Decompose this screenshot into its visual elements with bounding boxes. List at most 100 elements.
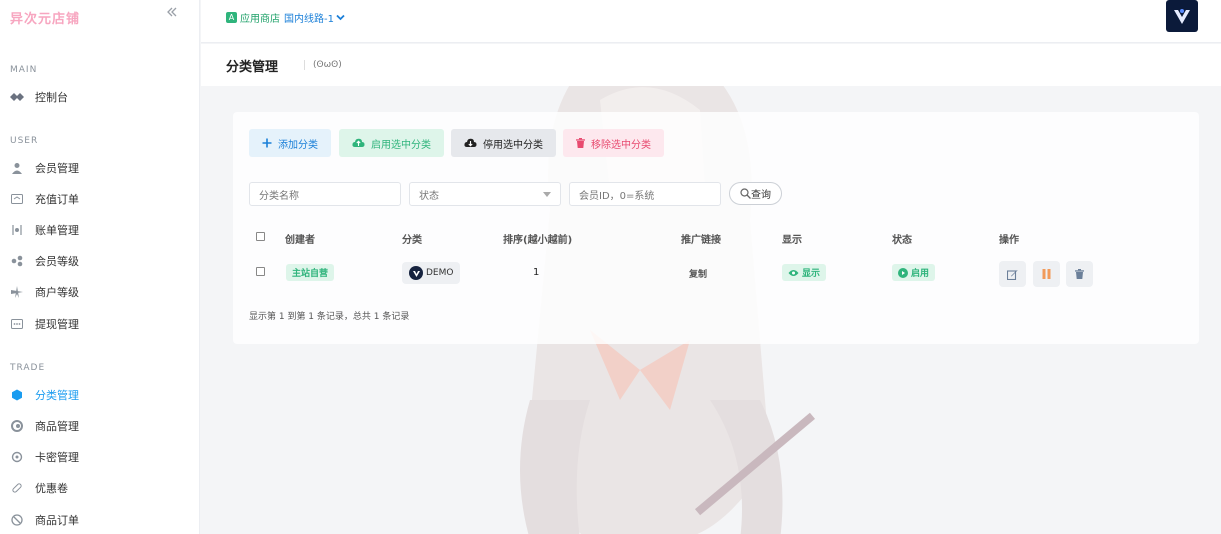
disable-selected-button[interactable]: 停用选中分类 bbox=[451, 129, 556, 157]
withdraw-icon bbox=[10, 317, 24, 331]
enable-selected-label: 启用选中分类 bbox=[371, 139, 431, 151]
page-title: 分类管理 bbox=[226, 60, 279, 75]
trash-icon bbox=[1075, 269, 1084, 279]
dashboard-icon bbox=[10, 90, 24, 104]
sidebar-item-label: 提现管理 bbox=[35, 318, 79, 331]
remove-selected-button[interactable]: 移除选中分类 bbox=[563, 129, 664, 157]
select-all-checkbox[interactable] bbox=[256, 232, 265, 241]
topbar: A 应用商店 国内线路-1 bbox=[201, 0, 1221, 43]
sidebar-item-label: 卡密管理 bbox=[35, 451, 79, 464]
sidebar-item-label: 商品管理 bbox=[35, 420, 79, 433]
sidebar-item-withdraw[interactable]: 提现管理 bbox=[10, 313, 190, 335]
member-id-input[interactable]: 会员ID，0=系统 bbox=[569, 182, 721, 206]
coupon-icon bbox=[10, 481, 24, 495]
sidebar-item-card-keys[interactable]: 卡密管理 bbox=[10, 446, 190, 468]
cloud-download-icon bbox=[464, 138, 477, 148]
avatar-logo-icon bbox=[1174, 9, 1190, 24]
copy-link-button[interactable]: 复制 bbox=[689, 267, 707, 280]
sidebar-item-label: 会员管理 bbox=[35, 162, 79, 175]
query-label: 查询 bbox=[751, 190, 771, 201]
sidebar-item-merchant-levels[interactable]: 商户等级 bbox=[10, 281, 190, 303]
column-header-display: 显示 bbox=[782, 235, 802, 246]
query-button[interactable]: 查询 bbox=[729, 182, 782, 205]
play-circle-icon bbox=[898, 267, 908, 278]
category-chip[interactable]: DEMO bbox=[402, 262, 461, 284]
status-toggle[interactable]: 启用 bbox=[892, 264, 936, 281]
sidebar-item-bills[interactable]: 账单管理 bbox=[10, 219, 190, 241]
collapse-sidebar-icon[interactable] bbox=[166, 6, 178, 22]
status-select-placeholder: 状态 bbox=[419, 190, 439, 202]
column-header-category: 分类 bbox=[402, 235, 422, 246]
display-label: 显示 bbox=[802, 269, 821, 279]
sidebar: 异次元店铺 MAIN 控制台 USER 会员管理 充值订单 账单管理 会员等级 … bbox=[0, 0, 200, 534]
column-header-creator: 创建者 bbox=[285, 235, 315, 246]
delete-button[interactable] bbox=[1066, 261, 1093, 287]
category-panel: 添加分类 启用选中分类 停用选中分类 移除选中分类 分类名称 状态 会员ID，0… bbox=[233, 112, 1199, 344]
plus-icon bbox=[262, 138, 272, 148]
page-header: 分类管理 (ʘωʘ) bbox=[201, 44, 1221, 86]
edit-icon bbox=[1007, 269, 1018, 280]
caret-down-icon bbox=[543, 191, 551, 197]
enable-selected-button[interactable]: 启用选中分类 bbox=[339, 129, 444, 157]
display-toggle[interactable]: 显示 bbox=[782, 264, 827, 281]
chevron-down-icon bbox=[336, 14, 345, 21]
section-title-user: USER bbox=[10, 136, 39, 146]
sort-value: 1 bbox=[533, 267, 540, 278]
search-icon bbox=[740, 188, 751, 199]
edit-button[interactable] bbox=[999, 261, 1026, 287]
route-label: 国内线路-1 bbox=[284, 14, 334, 25]
add-category-button[interactable]: 添加分类 bbox=[249, 129, 331, 157]
column-header-actions: 操作 bbox=[999, 235, 1019, 246]
sidebar-item-label: 会员等级 bbox=[35, 255, 79, 268]
section-title-main: MAIN bbox=[10, 65, 38, 75]
app-store-label: 应用商店 bbox=[240, 14, 280, 25]
creator-badge: 主站自营 bbox=[286, 264, 335, 281]
sidebar-item-recharge[interactable]: 充值订单 bbox=[10, 188, 190, 210]
category-logo-icon bbox=[409, 266, 423, 280]
sidebar-item-coupons[interactable]: 优惠卷 bbox=[10, 477, 190, 499]
pause-button[interactable] bbox=[1033, 261, 1060, 287]
column-header-status: 状态 bbox=[892, 235, 912, 246]
sidebar-item-label: 账单管理 bbox=[35, 224, 79, 237]
add-category-label: 添加分类 bbox=[278, 139, 318, 151]
sidebar-item-product-orders[interactable]: 商品订单 bbox=[10, 509, 190, 531]
page-subtitle: (ʘωʘ) bbox=[304, 60, 342, 70]
order-icon bbox=[10, 513, 24, 527]
trash-icon bbox=[576, 138, 585, 148]
sidebar-item-products[interactable]: 商品管理 bbox=[10, 415, 190, 437]
user-icon bbox=[10, 161, 24, 175]
sidebar-item-label: 分类管理 bbox=[35, 389, 79, 402]
recharge-icon bbox=[10, 192, 24, 206]
sidebar-item-label: 控制台 bbox=[35, 91, 68, 104]
sidebar-item-label: 商户等级 bbox=[35, 286, 79, 299]
status-select[interactable]: 状态 bbox=[409, 182, 561, 206]
card-key-icon bbox=[10, 450, 24, 464]
sidebar-item-dashboard[interactable]: 控制台 bbox=[10, 86, 190, 108]
product-icon bbox=[10, 419, 24, 433]
section-title-trade: TRADE bbox=[10, 363, 46, 373]
disable-selected-label: 停用选中分类 bbox=[483, 139, 543, 151]
column-header-sort: 排序(越小越前) bbox=[503, 235, 573, 246]
category-name: DEMO bbox=[426, 268, 454, 278]
route-selector[interactable]: 国内线路-1 bbox=[284, 10, 345, 25]
brand-logo-text: 异次元店铺 bbox=[10, 12, 81, 27]
sidebar-item-label: 充值订单 bbox=[35, 193, 79, 206]
category-icon bbox=[10, 388, 24, 402]
status-label: 启用 bbox=[911, 269, 930, 279]
column-header-promo-link: 推广链接 bbox=[681, 235, 721, 246]
app-store-icon: A bbox=[226, 12, 237, 23]
sidebar-item-categories[interactable]: 分类管理 bbox=[10, 384, 190, 406]
sidebar-item-member-levels[interactable]: 会员等级 bbox=[10, 250, 190, 272]
sidebar-item-label: 优惠卷 bbox=[35, 482, 68, 495]
row-checkbox[interactable] bbox=[256, 267, 265, 276]
sidebar-item-label: 商品订单 bbox=[35, 514, 79, 527]
avatar[interactable] bbox=[1166, 0, 1198, 32]
bill-icon bbox=[10, 223, 24, 237]
pause-icon bbox=[1042, 269, 1051, 279]
app-store-link[interactable]: A 应用商店 国内线路-1 bbox=[226, 10, 345, 25]
cloud-upload-icon bbox=[352, 138, 365, 148]
sidebar-item-members[interactable]: 会员管理 bbox=[10, 157, 190, 179]
eye-icon bbox=[788, 269, 799, 276]
merchant-level-icon bbox=[10, 285, 24, 299]
category-name-input[interactable]: 分类名称 bbox=[249, 182, 401, 206]
